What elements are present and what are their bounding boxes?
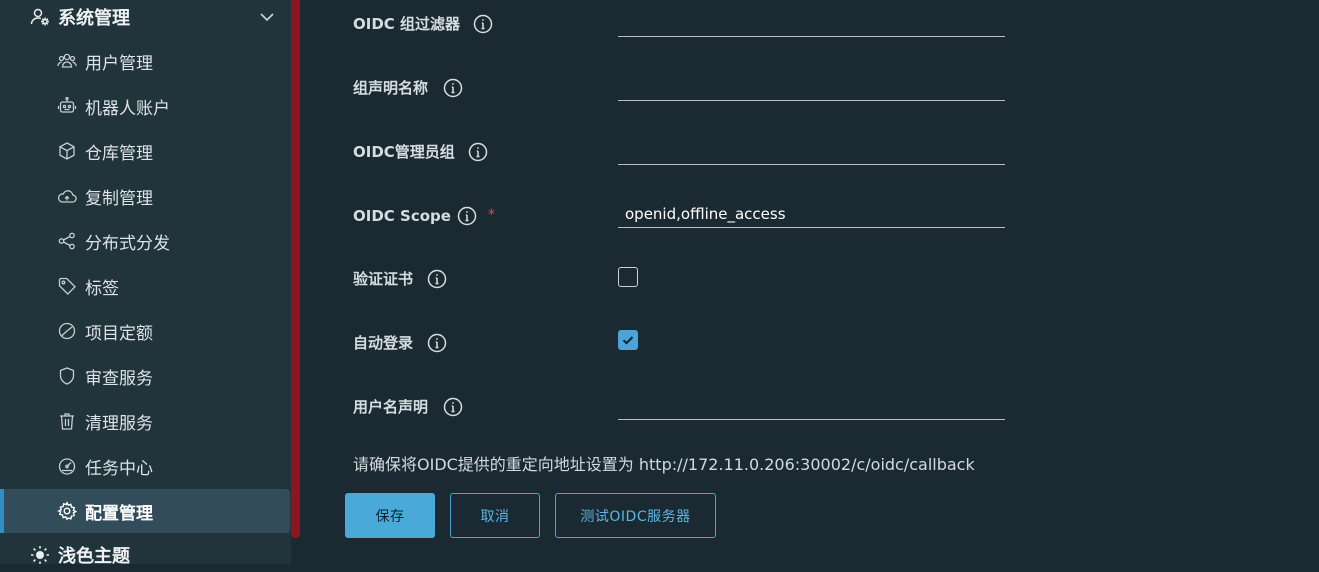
test-oidc-server-button[interactable]: 测试OIDC服务器 [555, 493, 716, 538]
cloud-icon [57, 186, 77, 206]
sidebar-group-system[interactable]: 系统管理 [0, 0, 291, 34]
dashboard-icon [57, 456, 77, 476]
sidebar-item-distributions[interactable]: 分布式分发 [0, 219, 291, 263]
info-icon[interactable] [427, 333, 447, 353]
scope-label: OIDC Scope [353, 207, 451, 225]
robot-icon [57, 96, 77, 116]
sidebar-item-replications[interactable]: 复制管理 [0, 174, 291, 218]
admin-group-label: OIDC管理员组 [353, 143, 455, 161]
sidebar-item-label: 标签 [85, 278, 119, 299]
box-icon [57, 141, 77, 161]
required-marker: * [488, 207, 495, 223]
save-button[interactable]: 保存 [345, 493, 435, 538]
tag-icon [57, 276, 77, 296]
info-icon[interactable] [443, 78, 463, 98]
sidebar-item-users[interactable]: 用户管理 [0, 39, 291, 83]
checkmark-icon [622, 336, 634, 345]
info-icon[interactable] [473, 14, 493, 34]
chevron-down-icon[interactable] [259, 9, 275, 25]
sidebar-item-label: 任务中心 [85, 458, 153, 479]
auto-onboard-checkbox[interactable] [618, 330, 638, 350]
info-icon[interactable] [457, 206, 477, 226]
sidebar-item-project-quotas[interactable]: 项目定额 [0, 309, 291, 353]
admin-group-input[interactable] [618, 137, 1005, 165]
gear-icon [57, 501, 77, 521]
theme-toggle[interactable]: 浅色主题 [0, 538, 291, 572]
sidebar-item-clean-up[interactable]: 清理服务 [0, 399, 291, 443]
sidebar-group-label: 系统管理 [58, 8, 130, 29]
sidebar-item-label: 审查服务 [85, 368, 153, 389]
sidebar-scrollbar-thumb[interactable] [291, 0, 300, 538]
sidebar: 系统管理 用户管理 机器人账户 仓库管理 复制管理 分布式分发 标签 项目定额 … [0, 0, 291, 567]
sidebar-item-label: 清理服务 [85, 413, 153, 434]
sidebar-item-robot-accounts[interactable]: 机器人账户 [0, 84, 291, 128]
verify-cert-checkbox[interactable] [618, 267, 638, 287]
theme-toggle-label: 浅色主题 [58, 546, 130, 567]
sidebar-item-label: 机器人账户 [85, 98, 170, 119]
share-icon [57, 231, 77, 251]
sidebar-item-interrogation-services[interactable]: 审查服务 [0, 354, 291, 398]
verify-cert-label: 验证证书 [353, 270, 414, 288]
pie-icon [57, 321, 77, 341]
sidebar-item-label: 复制管理 [85, 188, 153, 209]
sidebar-item-label: 仓库管理 [85, 143, 153, 164]
auto-onboard-label: 自动登录 [353, 334, 414, 352]
sidebar-item-label: 配置管理 [85, 503, 153, 524]
users-icon [57, 51, 77, 71]
group-claim-label: 组声明名称 [353, 79, 429, 97]
user-settings-icon [30, 7, 50, 27]
redirect-uri-note: 请确保将OIDC提供的重定向地址设置为 http://172.11.0.206:… [353, 455, 975, 474]
scope-input[interactable] [618, 200, 1005, 228]
info-icon[interactable] [427, 269, 447, 289]
sidebar-item-label: 分布式分发 [85, 233, 170, 254]
sidebar-item-registries[interactable]: 仓库管理 [0, 129, 291, 173]
sun-icon [30, 545, 50, 565]
info-icon[interactable] [468, 142, 488, 162]
sidebar-item-label: 项目定额 [85, 323, 153, 344]
trash-icon [57, 411, 77, 431]
group-filter-label: OIDC 组过滤器 [353, 15, 461, 33]
sidebar-item-labels[interactable]: 标签 [0, 264, 291, 308]
group-filter-input[interactable] [618, 9, 1005, 37]
cancel-button[interactable]: 取消 [450, 493, 540, 538]
sidebar-item-configuration[interactable]: 配置管理 [0, 489, 290, 533]
shield-icon [57, 366, 77, 386]
sidebar-scrollbar[interactable] [291, 0, 300, 564]
username-claim-label: 用户名声明 [353, 398, 429, 416]
info-icon[interactable] [443, 397, 463, 417]
username-claim-input[interactable] [618, 392, 1005, 420]
group-claim-input[interactable] [618, 73, 1005, 101]
sidebar-item-job-service[interactable]: 任务中心 [0, 444, 291, 488]
sidebar-item-label: 用户管理 [85, 53, 153, 74]
